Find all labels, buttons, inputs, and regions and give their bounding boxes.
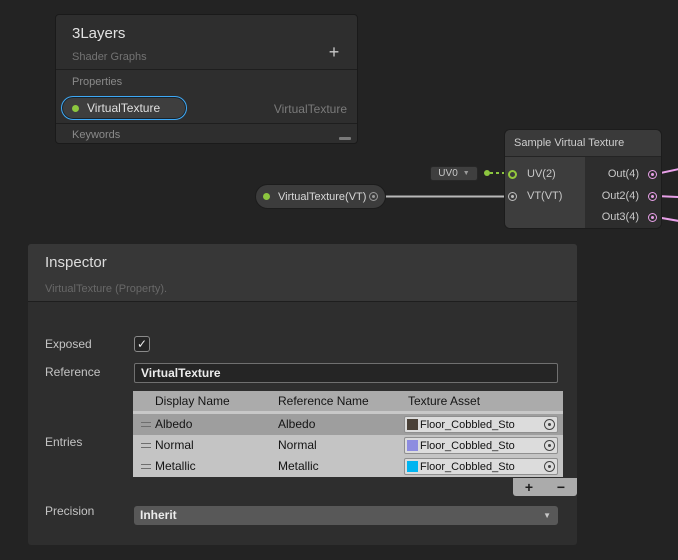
checkmark-icon: ✓ xyxy=(137,337,147,351)
out3-label: Out3(4) xyxy=(602,211,639,224)
drag-handle-icon[interactable] xyxy=(141,422,151,427)
node-title: Sample Virtual Texture xyxy=(505,130,661,157)
display-name-cell[interactable]: Normal xyxy=(155,435,194,456)
blackboard-panel: 3Layers Shader Graphs + Properties Virtu… xyxy=(55,14,358,144)
entries-table-header: Display Name Reference Name Texture Asse… xyxy=(133,391,563,411)
divider xyxy=(56,69,357,70)
object-picker-icon[interactable] xyxy=(544,419,555,430)
texture-asset-field[interactable]: Floor_Cobbled_Sto xyxy=(404,416,558,433)
property-type-label: VirtualTexture xyxy=(274,102,347,116)
uv-channel-value: UV0 xyxy=(438,168,457,179)
reference-input[interactable]: VirtualTexture xyxy=(134,363,558,383)
remove-entry-button[interactable]: − xyxy=(551,479,571,495)
reference-name-cell[interactable]: Metallic xyxy=(278,456,319,477)
chevron-down-icon: ▼ xyxy=(543,506,551,525)
vt-input-label: VT(VT) xyxy=(527,190,562,203)
drag-handle-icon[interactable] xyxy=(141,464,151,469)
exposed-label: Exposed xyxy=(45,337,92,351)
reference-name-cell[interactable]: Normal xyxy=(278,435,317,456)
texture-asset-name: Floor_Cobbled_Sto xyxy=(420,461,542,473)
out2-port[interactable] xyxy=(648,192,657,201)
sample-virtual-texture-node[interactable]: Sample Virtual Texture UV(2) VT(VT) Out(… xyxy=(505,130,661,228)
blackboard-title: 3Layers xyxy=(72,25,125,42)
uv-channel-dropdown[interactable]: UV0 ▼ xyxy=(430,166,478,181)
texture-swatch xyxy=(407,440,418,451)
table-row-normal[interactable]: Normal Normal Floor_Cobbled_Sto xyxy=(133,435,563,456)
inspector-panel: Inspector VirtualTexture (Property). Exp… xyxy=(28,244,577,545)
out1-label: Out(4) xyxy=(608,168,639,181)
texture-asset-name: Floor_Cobbled_Sto xyxy=(420,419,542,431)
scrollbar-handle[interactable] xyxy=(339,137,351,140)
texture-swatch xyxy=(407,419,418,430)
reference-label: Reference xyxy=(45,365,100,379)
divider xyxy=(56,123,357,124)
properties-section-label[interactable]: Properties xyxy=(72,76,122,88)
inspector-header: Inspector VirtualTexture (Property). xyxy=(28,244,577,302)
display-name-cell[interactable]: Metallic xyxy=(155,456,196,477)
out2-label: Out2(4) xyxy=(602,190,639,203)
virtualtexture-property-node[interactable]: VirtualTexture(VT) xyxy=(255,184,386,209)
table-row-metallic[interactable]: Metallic Metallic Floor_Cobbled_Sto xyxy=(133,456,563,477)
property-pill-label: VirtualTexture xyxy=(87,101,160,115)
column-display-name: Display Name xyxy=(155,391,230,411)
out3-port[interactable] xyxy=(648,213,657,222)
table-row-albedo[interactable]: Albedo Albedo Floor_Cobbled_Sto xyxy=(133,414,563,435)
entries-table: Display Name Reference Name Texture Asse… xyxy=(133,391,563,477)
column-reference-name: Reference Name xyxy=(278,391,369,411)
inspector-subtitle: VirtualTexture (Property). xyxy=(45,283,167,295)
add-entry-button[interactable]: + xyxy=(519,479,539,495)
precision-value: Inherit xyxy=(140,508,177,522)
property-exposed-dot-icon xyxy=(263,193,270,200)
keywords-section-label[interactable]: Keywords xyxy=(72,129,120,141)
chevron-down-icon: ▼ xyxy=(463,170,470,177)
precision-label: Precision xyxy=(45,504,94,518)
entries-list-footer: + − xyxy=(513,478,577,496)
precision-dropdown[interactable]: Inherit ▼ xyxy=(134,506,558,525)
vt-input-port[interactable] xyxy=(508,192,517,201)
texture-asset-field[interactable]: Floor_Cobbled_Sto xyxy=(404,458,558,475)
property-exposed-dot-icon xyxy=(72,105,79,112)
texture-asset-field[interactable]: Floor_Cobbled_Sto xyxy=(404,437,558,454)
entries-label: Entries xyxy=(45,435,82,449)
object-picker-icon[interactable] xyxy=(544,440,555,451)
column-texture-asset: Texture Asset xyxy=(408,391,480,411)
uv-input-port[interactable] xyxy=(508,170,517,179)
uv-default-dot xyxy=(484,170,490,176)
property-output-port[interactable] xyxy=(369,192,378,201)
property-pill-virtualtexture[interactable]: VirtualTexture xyxy=(61,96,187,120)
drag-handle-icon[interactable] xyxy=(141,443,151,448)
exposed-checkbox[interactable]: ✓ xyxy=(134,336,150,352)
property-node-label: VirtualTexture(VT) xyxy=(278,191,369,203)
out1-port[interactable] xyxy=(648,170,657,179)
reference-name-cell[interactable]: Albedo xyxy=(278,414,315,435)
display-name-cell[interactable]: Albedo xyxy=(155,414,192,435)
texture-asset-name: Floor_Cobbled_Sto xyxy=(420,440,542,452)
inspector-title: Inspector xyxy=(45,254,107,271)
add-property-button[interactable]: + xyxy=(323,41,345,63)
blackboard-subtitle: Shader Graphs xyxy=(72,51,147,63)
object-picker-icon[interactable] xyxy=(544,461,555,472)
uv-input-label: UV(2) xyxy=(527,168,556,181)
texture-swatch xyxy=(407,461,418,472)
